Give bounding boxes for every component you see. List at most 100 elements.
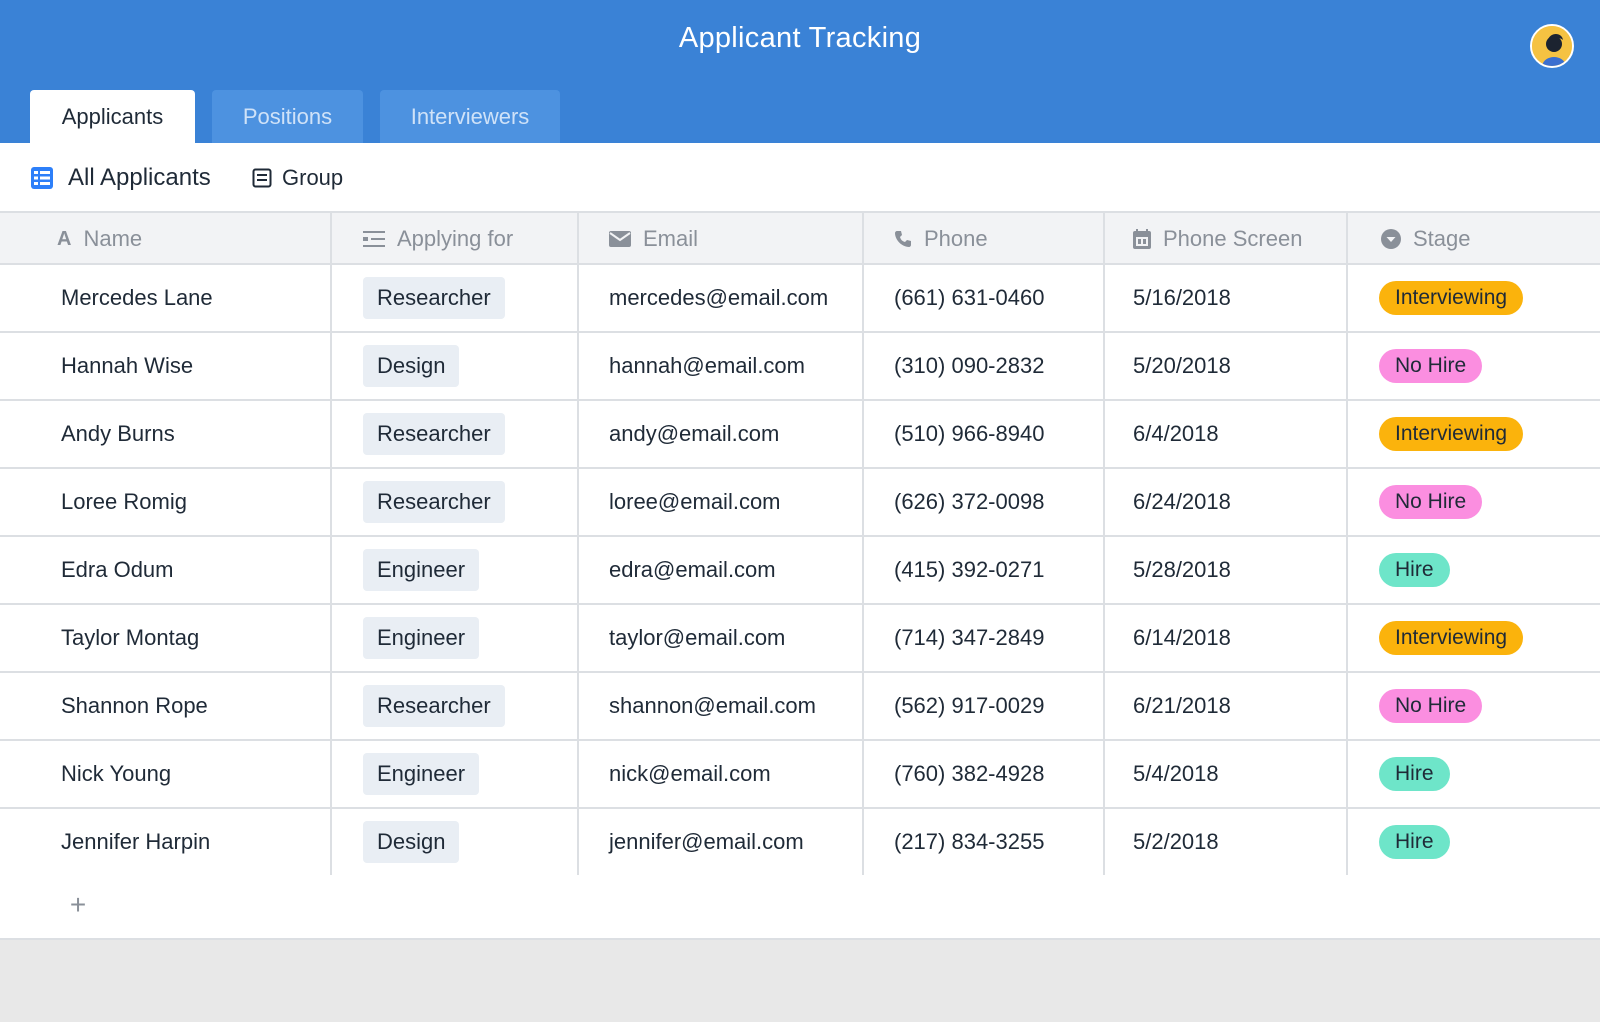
column-label: Applying for [397, 226, 514, 251]
cell-phone[interactable]: (661) 631-0460 [864, 265, 1105, 331]
cell-value: Edra Odum [61, 557, 174, 582]
cell-name[interactable]: Shannon Rope [0, 673, 332, 739]
cell-applying-for[interactable]: Engineer [332, 605, 579, 671]
cell-email[interactable]: jennifer@email.com [579, 809, 864, 875]
single-select-icon [1381, 229, 1401, 249]
column-header-email[interactable]: Email [579, 213, 864, 265]
cell-applying-for[interactable]: Engineer [332, 741, 579, 807]
cell-phone[interactable]: (310) 090-2832 [864, 333, 1105, 399]
cell-email[interactable]: taylor@email.com [579, 605, 864, 671]
cell-phone-screen[interactable]: 5/4/2018 [1105, 741, 1348, 807]
cell-stage[interactable]: No Hire [1348, 673, 1600, 739]
tab-applicants[interactable]: Applicants [30, 90, 195, 143]
column-header-name[interactable]: A Name [0, 213, 332, 265]
cell-value: hannah@email.com [609, 353, 805, 378]
cell-stage[interactable]: No Hire [1348, 333, 1600, 399]
cell-phone-screen[interactable]: 6/4/2018 [1105, 401, 1348, 467]
cell-email[interactable]: loree@email.com [579, 469, 864, 535]
cell-value: 6/4/2018 [1133, 421, 1219, 446]
cell-phone-screen[interactable]: 5/2/2018 [1105, 809, 1348, 875]
cell-applying-for[interactable]: Researcher [332, 469, 579, 535]
tab-interviewers[interactable]: Interviewers [380, 90, 560, 143]
cell-email[interactable]: shannon@email.com [579, 673, 864, 739]
table-row[interactable]: Hannah Wise Design hannah@email.com (310) 0… [0, 333, 1600, 401]
cell-email[interactable]: hannah@email.com [579, 333, 864, 399]
stage-badge: No Hire [1379, 349, 1483, 383]
cell-name[interactable]: Mercedes Lane [0, 265, 332, 331]
cell-value: 5/16/2018 [1133, 285, 1231, 310]
cell-phone[interactable]: (760) 382-4928 [864, 741, 1105, 807]
cell-value: (310) 090-2832 [894, 353, 1045, 378]
plus-icon[interactable]: + [66, 891, 90, 919]
cell-name[interactable]: Andy Burns [0, 401, 332, 467]
column-header-phone-screen[interactable]: Phone Screen [1105, 213, 1348, 265]
cell-email[interactable]: mercedes@email.com [579, 265, 864, 331]
grid-view-icon [31, 167, 53, 189]
column-header-phone[interactable]: Phone [864, 213, 1105, 265]
group-button[interactable]: Group [252, 163, 343, 193]
cell-phone[interactable]: (510) 966-8940 [864, 401, 1105, 467]
stage-badge: No Hire [1379, 485, 1483, 519]
applicants-grid: A Name Applying for Email Phone Phone Sc… [0, 211, 1600, 940]
tab-positions[interactable]: Positions [212, 90, 363, 143]
cell-value: Jennifer Harpin [61, 829, 211, 854]
cell-phone[interactable]: (217) 834-3255 [864, 809, 1105, 875]
cell-applying-for[interactable]: Design [332, 809, 579, 875]
cell-applying-for[interactable]: Researcher [332, 673, 579, 739]
cell-stage[interactable]: Interviewing [1348, 401, 1600, 467]
table-row[interactable]: Taylor Montag Engineer taylor@email.com (71… [0, 605, 1600, 673]
cell-name[interactable]: Jennifer Harpin [0, 809, 332, 875]
cell-applying-for[interactable]: Researcher [332, 401, 579, 467]
add-row-area: + [0, 875, 1600, 940]
table-row[interactable]: Shannon Rope Researcher shannon@email.com (… [0, 673, 1600, 741]
cell-name[interactable]: Edra Odum [0, 537, 332, 603]
cell-stage[interactable]: Hire [1348, 537, 1600, 603]
avatar[interactable] [1530, 24, 1574, 68]
cell-email[interactable]: edra@email.com [579, 537, 864, 603]
cell-phone-screen[interactable]: 6/21/2018 [1105, 673, 1348, 739]
table-row[interactable]: Nick Young Engineer nick@email.com (760) 38… [0, 741, 1600, 809]
cell-value: (562) 917-0029 [894, 693, 1045, 718]
cell-value: andy@email.com [609, 421, 780, 446]
cell-phone-screen[interactable]: 5/16/2018 [1105, 265, 1348, 331]
cell-stage[interactable]: Interviewing [1348, 265, 1600, 331]
cell-applying-for[interactable]: Design [332, 333, 579, 399]
cell-value: 5/2/2018 [1133, 829, 1219, 854]
cell-stage[interactable]: No Hire [1348, 469, 1600, 535]
cell-applying-for[interactable]: Engineer [332, 537, 579, 603]
table-row[interactable]: Mercedes Lane Researcher mercedes@email.co… [0, 265, 1600, 333]
cell-value: (661) 631-0460 [894, 285, 1045, 310]
cell-phone[interactable]: (415) 392-0271 [864, 537, 1105, 603]
cell-stage[interactable]: Hire [1348, 809, 1600, 875]
cell-email[interactable]: andy@email.com [579, 401, 864, 467]
cell-applying-for[interactable]: Researcher [332, 265, 579, 331]
cell-phone[interactable]: (714) 347-2849 [864, 605, 1105, 671]
cell-value: edra@email.com [609, 557, 776, 582]
calendar-icon [1133, 229, 1151, 249]
cell-phone[interactable]: (626) 372-0098 [864, 469, 1105, 535]
column-header-stage[interactable]: Stage [1348, 213, 1600, 265]
table-row[interactable]: Jennifer Harpin Design jennifer@email.com (… [0, 809, 1600, 877]
position-chip: Researcher [363, 277, 505, 319]
cell-name[interactable]: Nick Young [0, 741, 332, 807]
table-row[interactable]: Andy Burns Researcher andy@email.com (510) … [0, 401, 1600, 469]
cell-phone-screen[interactable]: 5/28/2018 [1105, 537, 1348, 603]
cell-phone[interactable]: (562) 917-0029 [864, 673, 1105, 739]
cell-stage[interactable]: Interviewing [1348, 605, 1600, 671]
stage-badge: Hire [1379, 757, 1450, 791]
table-row[interactable]: Loree Romig Researcher loree@email.com (626… [0, 469, 1600, 537]
cell-stage[interactable]: Hire [1348, 741, 1600, 807]
cell-name[interactable]: Loree Romig [0, 469, 332, 535]
cell-value: 6/14/2018 [1133, 625, 1231, 650]
table-row[interactable]: Edra Odum Engineer edra@email.com (415) 392… [0, 537, 1600, 605]
stage-badge: Hire [1379, 825, 1450, 859]
view-switcher[interactable]: All Applicants [30, 163, 211, 193]
stage-badge: Interviewing [1379, 417, 1524, 451]
cell-phone-screen[interactable]: 6/24/2018 [1105, 469, 1348, 535]
cell-name[interactable]: Hannah Wise [0, 333, 332, 399]
cell-phone-screen[interactable]: 6/14/2018 [1105, 605, 1348, 671]
column-header-applying-for[interactable]: Applying for [332, 213, 579, 265]
cell-phone-screen[interactable]: 5/20/2018 [1105, 333, 1348, 399]
cell-name[interactable]: Taylor Montag [0, 605, 332, 671]
cell-email[interactable]: nick@email.com [579, 741, 864, 807]
